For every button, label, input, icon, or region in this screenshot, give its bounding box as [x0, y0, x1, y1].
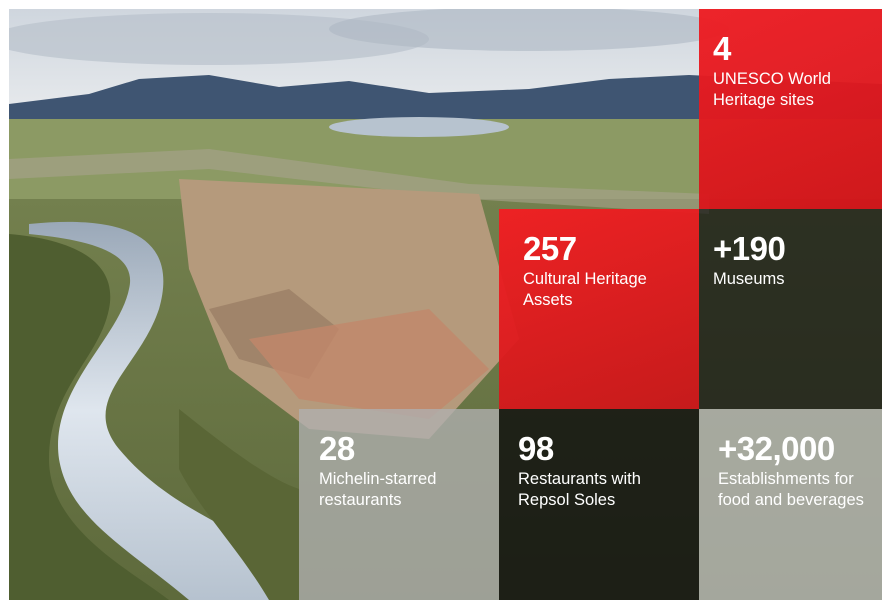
- stat-label-line1: Michelin-starred: [319, 470, 437, 488]
- infographic-frame: 4 UNESCO World Heritage sites 257 Cultur…: [9, 9, 882, 600]
- stat-number: 4: [713, 30, 731, 67]
- stat-label-line1: Establishments for: [718, 470, 854, 488]
- stat-tile-establishments: +32,000 Establishments for food and beve…: [699, 409, 882, 600]
- stat-label-line2: restaurants: [319, 491, 402, 509]
- stat-label-line1: Restaurants with: [518, 470, 641, 488]
- stat-number: 257: [523, 230, 577, 267]
- stat-label-line2: Repsol Soles: [518, 491, 616, 509]
- stat-label-line2: food and beverages: [718, 491, 864, 509]
- stat-label-line1: Cultural Heritage: [523, 270, 647, 288]
- stat-label-line1: UNESCO World: [713, 70, 831, 88]
- stat-number: +32,000: [718, 430, 835, 467]
- stat-tile-cultural-heritage: 257 Cultural Heritage Assets: [499, 209, 699, 409]
- stat-label-line2: Heritage sites: [713, 91, 814, 109]
- stat-tile-michelin: 28 Michelin-starred restaurants: [299, 409, 499, 600]
- stat-tile-museums: +190 Museums: [699, 209, 882, 409]
- stat-label-line2: Assets: [523, 291, 573, 309]
- stat-number: 98: [518, 430, 554, 467]
- stat-label-line1: Museums: [713, 270, 785, 288]
- stat-tile-repsol: 98 Restaurants with Repsol Soles: [499, 409, 699, 600]
- stat-number: 28: [319, 430, 355, 467]
- stat-number: +190: [713, 230, 786, 267]
- stat-tile-unesco: 4 UNESCO World Heritage sites: [699, 9, 882, 209]
